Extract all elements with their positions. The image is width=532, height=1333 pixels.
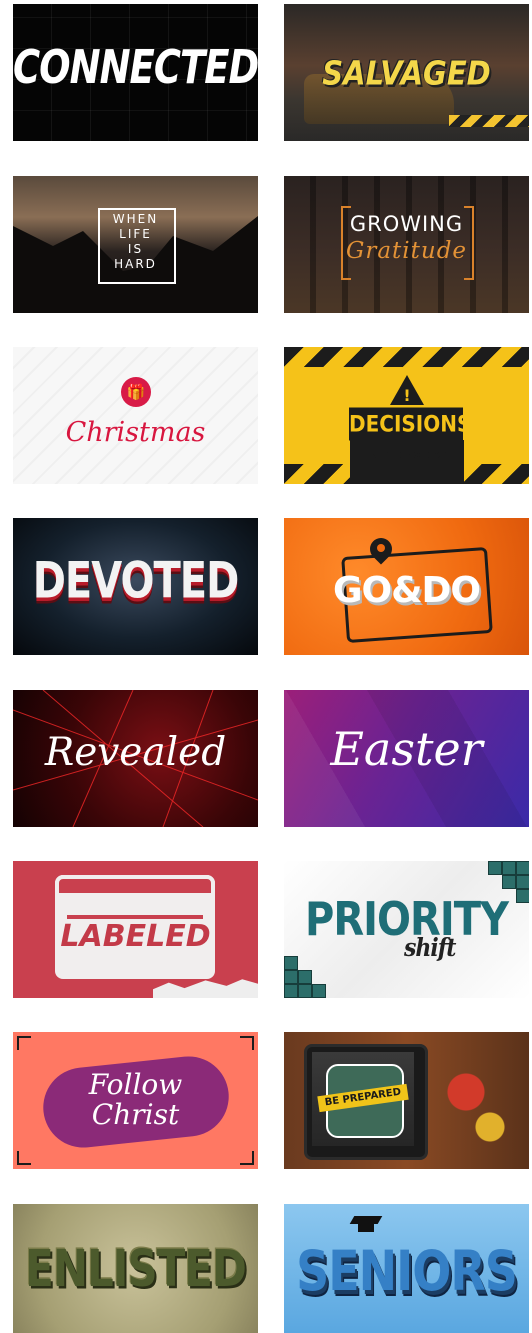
sermon-card-decisions[interactable]: ! DECISIONS IN THE FACE OF DANGER xyxy=(284,347,529,484)
pixel-block xyxy=(284,970,298,984)
sermon-card-salvaged[interactable]: SALVAGED xyxy=(284,4,529,141)
pixel-block xyxy=(502,861,516,875)
sermon-card-be-prepared[interactable]: BE PREPARED xyxy=(284,1032,529,1169)
graduation-cap-icon xyxy=(349,1216,383,1224)
hazard-stripes xyxy=(449,115,529,127)
sermon-card-connected[interactable]: CONNECTED xyxy=(13,4,258,141)
sermon-card-revealed[interactable]: Revealed xyxy=(13,690,258,827)
card-title: DEVOTED xyxy=(32,552,240,610)
sermon-card-follow-christ[interactable]: Follow Christ xyxy=(13,1032,258,1169)
pixel-block xyxy=(298,984,312,998)
pixel-block xyxy=(488,861,502,875)
hazard-stripe-top xyxy=(284,347,529,367)
frame-corner xyxy=(240,1151,254,1165)
sermon-card-go-and-do[interactable]: GO&DO xyxy=(284,518,529,655)
sermon-card-priority-shift[interactable]: PRIORITY shift xyxy=(284,861,529,998)
pixel-block xyxy=(284,984,298,998)
card-title: GO&DO xyxy=(332,570,481,611)
sermon-graphics-grid: CONNECTED SALVAGED WHEN LIFE IS HARD GRO… xyxy=(0,0,532,1333)
card-title: Revealed xyxy=(44,730,227,775)
card-title: CONNECTED xyxy=(13,40,258,95)
pixel-block xyxy=(284,956,298,970)
frame-corner xyxy=(240,1036,254,1050)
frame-corner xyxy=(17,1036,31,1050)
graduation-cap-base xyxy=(358,1224,374,1232)
card-title: ENLISTED xyxy=(25,1239,247,1298)
map-pin-hole xyxy=(377,544,385,552)
card-title: LABELED xyxy=(60,919,211,954)
pixel-block xyxy=(502,875,516,889)
pixel-block xyxy=(298,970,312,984)
sermon-card-when-life-is-hard[interactable]: WHEN LIFE IS HARD xyxy=(13,176,258,313)
camping-gear xyxy=(434,1052,514,1152)
card-title: DECISIONS xyxy=(349,407,471,441)
card-title: Follow Christ xyxy=(88,1068,183,1131)
card-title: Easter xyxy=(330,722,483,776)
sermon-card-christmas[interactable]: 🎁 Christmas xyxy=(13,347,258,484)
torn-paper xyxy=(153,979,258,998)
sermon-card-enlisted[interactable]: ENLISTED xyxy=(13,1204,258,1333)
card-title: SALVAGED xyxy=(322,53,491,93)
sermon-card-seniors[interactable]: SENIORS xyxy=(284,1204,529,1333)
sermon-card-growing-gratitude[interactable]: GROWING Gratitude xyxy=(284,176,529,313)
card-subtitle: IN THE FACE OF DANGER xyxy=(350,440,464,484)
frame-corner xyxy=(17,1151,31,1165)
sermon-card-easter[interactable]: Easter xyxy=(284,690,529,827)
pixel-block xyxy=(312,984,326,998)
exclamation-icon: ! xyxy=(403,386,411,405)
name-tag-header xyxy=(55,875,215,897)
pixel-block xyxy=(516,875,529,889)
pixel-block xyxy=(516,861,529,875)
card-title: GROWING xyxy=(349,212,464,236)
card-title: WHEN LIFE IS HARD xyxy=(112,212,159,271)
sermon-card-devoted[interactable]: DEVOTED xyxy=(13,518,258,655)
card-subtitle: Gratitude xyxy=(345,238,468,264)
gift-icon: 🎁 xyxy=(121,377,151,407)
card-subtitle: shift xyxy=(404,933,456,963)
card-title: SENIORS xyxy=(296,1238,518,1304)
card-title: Christmas xyxy=(65,417,206,448)
sermon-card-labeled[interactable]: LABELED xyxy=(13,861,258,998)
